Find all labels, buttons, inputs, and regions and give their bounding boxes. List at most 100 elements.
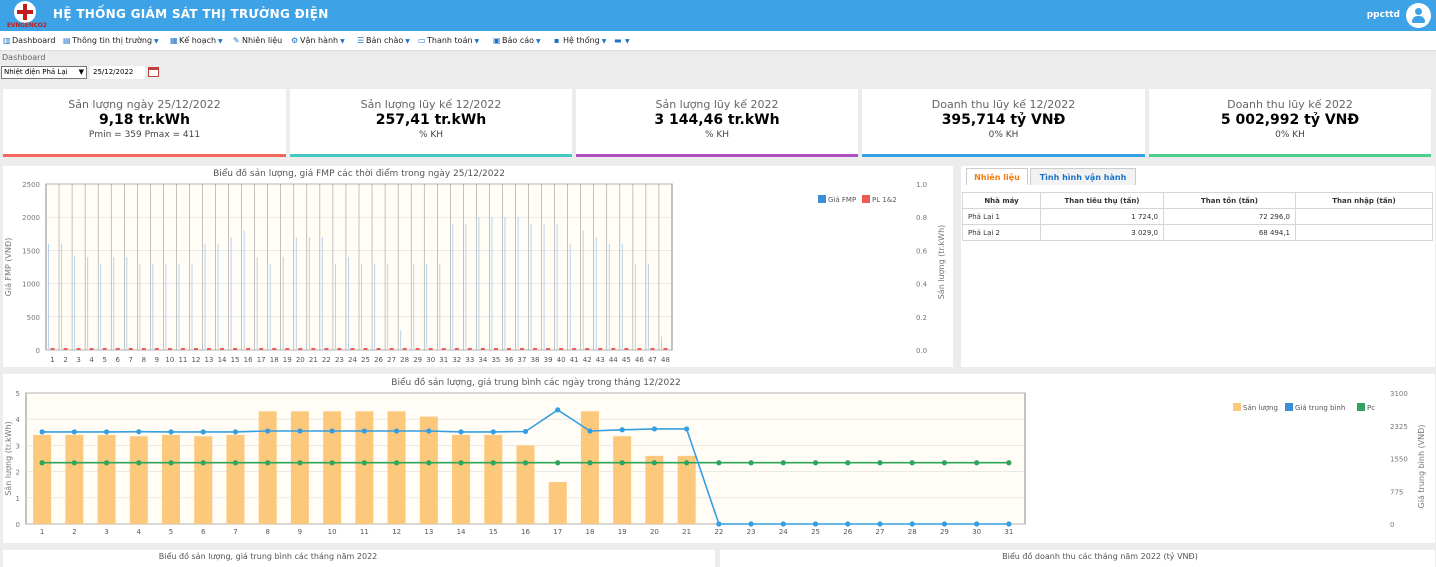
fmp-bar: [660, 336, 662, 350]
username[interactable]: ppcttd: [1367, 10, 1400, 20]
y-tick-label: 0: [36, 347, 40, 355]
menu-item-label: Nhiên liệu: [242, 36, 283, 45]
pc-point: [103, 460, 110, 466]
x-tick-label: 8: [142, 356, 146, 364]
tab-fuel[interactable]: Nhiên liệu: [966, 168, 1028, 185]
pl-bar: [663, 348, 668, 350]
menu-item-2[interactable]: ▤Thông tin thị trường ▼: [63, 36, 159, 45]
x-tick-label: 5: [169, 528, 173, 536]
evngenco-logo[interactable]: EVNGENCO2: [6, 1, 48, 30]
x-tick-label: 24: [348, 356, 357, 364]
pc-point: [39, 460, 45, 466]
pl-bar: [207, 348, 212, 350]
pc-point: [587, 460, 593, 466]
pc-point: [845, 460, 851, 466]
menu-item-5[interactable]: ⚙ Vận hành ▼: [291, 36, 345, 45]
fmp-bar: [504, 217, 506, 350]
menu-item-6[interactable]: ☰ Bản chào ▼: [357, 36, 410, 45]
y-tick-label: 500: [27, 314, 40, 322]
menu-item-7[interactable]: ▭Thanh toán ▼: [418, 36, 479, 45]
menu-item-10[interactable]: ▬ ▼: [614, 36, 630, 45]
x-tick-label: 4: [89, 356, 94, 364]
caret-down-icon: ▼: [625, 38, 630, 45]
y2-tick-label: 2325: [1390, 423, 1408, 431]
pl-bar: [493, 348, 498, 350]
pc-point: [361, 460, 367, 466]
kpi-card: Doanh thu lũy kế 2022 5 002,992 tỷ VNĐ 0% …: [1149, 89, 1431, 157]
kpi-title: Doanh thu lũy kế 2022: [1227, 98, 1353, 111]
report-icon: ▣: [493, 36, 501, 45]
tab-operation[interactable]: Tình hình vận hành: [1030, 168, 1136, 185]
x-tick-label: 9: [155, 356, 159, 364]
pc-point: [748, 460, 754, 466]
menu-item-9[interactable]: ▪ Hệ thống ▼: [554, 36, 606, 45]
x-tick-label: 48: [661, 356, 670, 364]
kpi-sub: Pmin = 359 Pmax = 411: [88, 130, 201, 140]
legend-swatch-price: [1285, 403, 1293, 411]
y-axis-label: Giá FMP (VNĐ): [4, 238, 13, 297]
calendar-icon[interactable]: [148, 67, 159, 77]
avg-price-point: [845, 521, 851, 527]
x-tick-label: 46: [635, 356, 644, 364]
avg-price-point: [909, 521, 915, 527]
pc-point: [651, 460, 658, 466]
menu-item-label: Kế hoạch: [179, 36, 217, 45]
date-input[interactable]: 25/12/2022: [90, 66, 145, 79]
x-tick-label: 5: [102, 356, 106, 364]
y2-tick-label: 1.0: [916, 181, 927, 189]
menu-item-8[interactable]: ▣Báo cáo ▼: [493, 36, 541, 45]
avg-price-point: [232, 429, 239, 435]
cell-plant: Phả Lại 1: [962, 208, 1041, 225]
fmp-bar: [61, 243, 63, 350]
user-avatar-icon[interactable]: [1406, 3, 1431, 28]
pc-point: [619, 460, 625, 466]
kpi-sub: 0% KH: [1275, 130, 1305, 140]
pc-point: [1006, 460, 1012, 466]
x-tick-label: 25: [811, 528, 820, 536]
x-tick-label: 39: [544, 356, 553, 364]
cell-stock: 68 494,1: [1163, 224, 1296, 241]
pl-bar: [454, 348, 459, 350]
fmp-bar: [582, 230, 584, 350]
pc-point: [393, 460, 400, 466]
x-tick-label: 14: [218, 356, 227, 364]
output-bar: [258, 411, 277, 524]
x-tick-label: 41: [570, 356, 579, 364]
avg-price-point: [716, 521, 722, 527]
avg-price-point: [103, 429, 110, 435]
fmp-bar: [530, 223, 532, 350]
pc-point: [522, 460, 529, 466]
x-tick-label: 22: [322, 356, 331, 364]
fmp-bar: [191, 263, 193, 350]
x-tick-label: 42: [583, 356, 592, 364]
menu-item-1[interactable]: ▥Dashboard: [3, 36, 55, 45]
x-tick-label: 19: [283, 356, 292, 364]
output-bar: [162, 434, 181, 524]
avg-price-point: [265, 428, 271, 434]
pc-point: [265, 460, 271, 466]
pl-bar: [246, 348, 251, 350]
card-icon: ▭: [418, 36, 426, 45]
pl-bar: [141, 348, 146, 350]
pc-point: [684, 460, 690, 466]
col-consumed: Than tiêu thụ (tấn): [1040, 192, 1164, 209]
x-tick-label: 2: [63, 356, 67, 364]
menu-item-3[interactable]: ▦Kế hoạch ▼: [170, 36, 223, 45]
x-tick-label: 1: [50, 356, 54, 364]
col-stock: Than tồn (tấn): [1163, 192, 1296, 209]
menu-item-4[interactable]: ✎ Nhiên liệu: [233, 36, 282, 45]
fmp-bar: [113, 257, 115, 350]
fmp-bar: [100, 263, 102, 350]
avg-price-point: [490, 429, 496, 435]
output-bar: [226, 434, 245, 524]
x-tick-label: 21: [309, 356, 318, 364]
y-tick-label: 3: [16, 442, 20, 450]
x-tick-label: 1: [40, 528, 44, 536]
y2-tick-label: 775: [1390, 488, 1403, 496]
x-tick-label: 37: [518, 356, 527, 364]
menu-item-label: Thông tin thị trường: [72, 36, 153, 45]
x-tick-label: 26: [374, 356, 383, 364]
cell-import: [1295, 208, 1433, 225]
x-tick-label: 45: [622, 356, 631, 364]
plant-select[interactable]: Nhiệt điện Phả Lại ▼: [1, 66, 87, 79]
